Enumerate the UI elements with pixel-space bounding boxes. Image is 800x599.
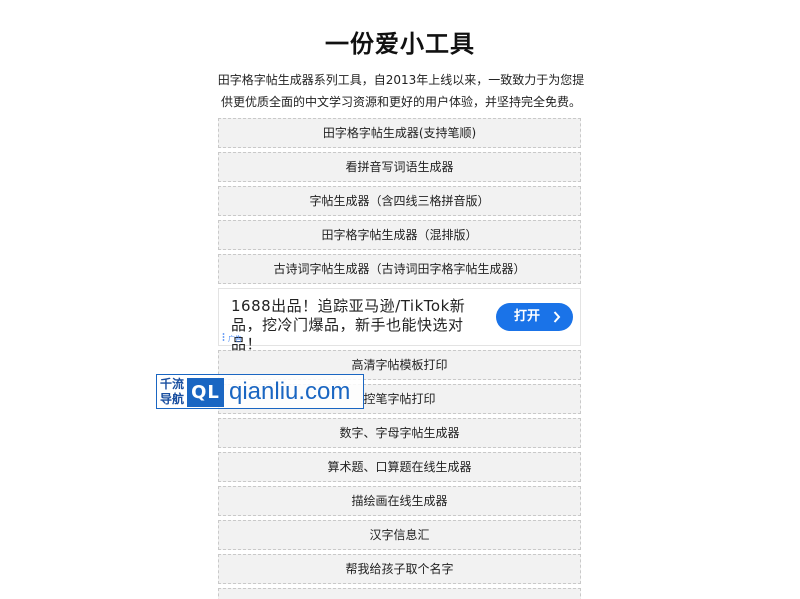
ad-banner[interactable]: 1688出品！追踪亚马逊/TikTok新品，挖冷门爆品，新手也能快选对品！ 打开… [218, 288, 581, 353]
ad-badge-label: 广告 [228, 335, 242, 343]
tool-link-baby-name[interactable]: 帮我给孩子取个名字 [218, 554, 581, 584]
page-title: 一份爱小工具 [325, 30, 475, 58]
tool-list: 田字格字帖生成器(支持笔顺) 看拼音写词语生成器 字帖生成器（含四线三格拼音版）… [218, 118, 581, 599]
watermark-overlay: 千流导航 QL qianliu.com [156, 374, 364, 409]
tool-link-hanzi-info[interactable]: 汉字信息汇 [218, 520, 581, 550]
ad-open-button[interactable]: 打开 [496, 303, 573, 331]
watermark-url: qianliu.com [229, 378, 351, 405]
watermark-logo: QL [187, 378, 224, 407]
tool-link-number-letter[interactable]: 数字、字母字帖生成器 [218, 418, 581, 448]
tool-link-partial[interactable] [218, 588, 581, 599]
tool-link-tracing[interactable]: 描绘画在线生成器 [218, 486, 581, 516]
ad-open-label: 打开 [514, 309, 541, 324]
tool-link-copybook-pinyin[interactable]: 字帖生成器（含四线三格拼音版） [218, 186, 581, 216]
tool-link-arithmetic[interactable]: 算术题、口算题在线生成器 [218, 452, 581, 482]
tool-link-pinyin-words[interactable]: 看拼音写词语生成器 [218, 152, 581, 182]
tool-link-tianzige[interactable]: 田字格字帖生成器(支持笔顺) [218, 118, 581, 148]
tool-link-tianzige-mixed[interactable]: 田字格字帖生成器（混排版） [218, 220, 581, 250]
chevron-right-icon [553, 303, 561, 331]
intro-text: 田字格字帖生成器系列工具，自2013年上线以来，一致致力于为您提供更优质全面的中… [217, 73, 585, 109]
watermark-cn-text: 千流导航 [160, 377, 185, 406]
ad-text: 1688出品！追踪亚马逊/TikTok新品，挖冷门爆品，新手也能快选对品！ [231, 297, 466, 353]
tool-link-poetry[interactable]: 古诗词字帖生成器（古诗词田字格字帖生成器） [218, 254, 581, 284]
more-dots-icon [222, 333, 225, 344]
ad-badge[interactable]: 广告 [222, 333, 242, 344]
watermark-logo-text: QL [191, 382, 220, 403]
